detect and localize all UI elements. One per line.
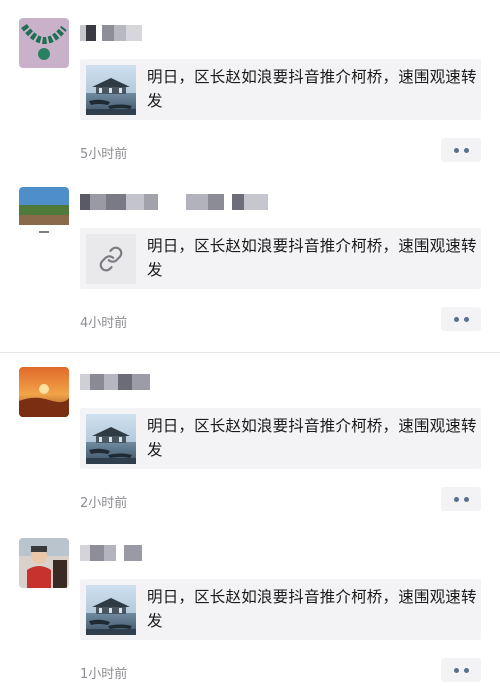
post-timestamp: 5小时前 bbox=[80, 147, 128, 162]
shared-link-card[interactable]: 明日，区长赵如浪要抖音推介柯桥，速围观速转发 bbox=[80, 59, 481, 120]
post-timestamp: 1小时前 bbox=[80, 667, 128, 682]
more-dots-icon[interactable] bbox=[441, 138, 481, 162]
shared-link-card[interactable]: 明日，区长赵如浪要抖音推介柯桥，速围观速转发 bbox=[80, 228, 481, 289]
shared-link-card[interactable]: 明日，区长赵如浪要抖音推介柯桥，速围观速转发 bbox=[80, 408, 481, 469]
link-icon bbox=[86, 234, 136, 284]
avatar[interactable] bbox=[19, 538, 69, 588]
shared-link-title: 明日，区长赵如浪要抖音推介柯桥，速围观速转发 bbox=[147, 417, 477, 459]
more-dots-icon[interactable] bbox=[441, 307, 481, 331]
shared-link-title: 明日，区长赵如浪要抖音推介柯桥，速围观速转发 bbox=[147, 68, 477, 110]
image-thumbnail bbox=[86, 585, 136, 635]
avatar[interactable] bbox=[19, 187, 69, 237]
shared-link-title: 明日，区长赵如浪要抖音推介柯桥，速围观速转发 bbox=[147, 237, 477, 279]
shared-link-card[interactable]: 明日，区长赵如浪要抖音推介柯桥，速围观速转发 bbox=[80, 579, 481, 640]
avatar[interactable] bbox=[19, 18, 69, 68]
avatar[interactable] bbox=[19, 367, 69, 417]
more-dots-icon[interactable] bbox=[441, 658, 481, 682]
image-thumbnail bbox=[86, 414, 136, 464]
divider bbox=[0, 352, 500, 353]
post-timestamp: 4小时前 bbox=[80, 316, 128, 331]
shared-link-title: 明日，区长赵如浪要抖音推介柯桥，速围观速转发 bbox=[147, 588, 477, 630]
image-thumbnail bbox=[86, 65, 136, 115]
more-dots-icon[interactable] bbox=[441, 487, 481, 511]
post-timestamp: 2小时前 bbox=[80, 496, 128, 511]
